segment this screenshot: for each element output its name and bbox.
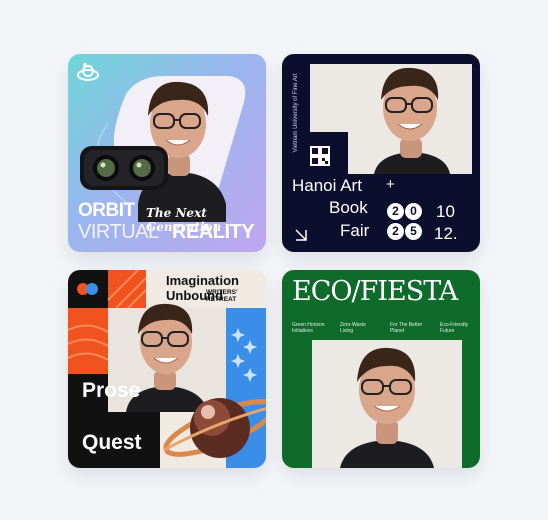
year-digit: 2 <box>387 203 404 220</box>
quest-word: Quest <box>82 431 142 454</box>
orbit-logo-icon <box>77 63 99 81</box>
year-digit: 2 <box>387 223 404 240</box>
eco-photo <box>312 340 462 468</box>
university-vertical-text: Vietnam University of Fine Art <box>293 73 299 153</box>
hanoi-photo <box>295 64 472 241</box>
eco-headline: ECO/FIESTA <box>292 276 458 307</box>
qr-code <box>310 146 330 166</box>
hanoi-plus: + <box>386 176 395 193</box>
eco-caption: For The Better Planet <box>390 322 423 334</box>
orbit-vr-card[interactable]: ORBIT The Next Generation VIRTUAL REALIT… <box>68 54 266 252</box>
date-top: 10 <box>436 202 455 221</box>
year-digit: 0 <box>405 203 422 220</box>
orbit-virtual-text: VIRTUAL <box>78 221 159 243</box>
prose-title-line1: Imagination <box>166 273 239 288</box>
date-bottom: 12. <box>434 224 458 243</box>
prose-quest-card[interactable]: Imagination Unbound WRITERS' RETREAT Pro… <box>68 270 266 468</box>
hanoi-title-line2: Book <box>329 198 368 217</box>
eco-fiesta-card[interactable]: ECO/FIESTA Green Horizon Initiatives Zer… <box>282 270 480 468</box>
year-digit: 5 <box>405 223 422 240</box>
retreat-label-line1: WRITERS' <box>206 289 238 296</box>
eco-caption: Green Horizon Initiatives <box>292 322 325 334</box>
orbit-brand-text: ORBIT <box>78 200 135 221</box>
retreat-label: WRITERS' RETREAT <box>206 289 238 303</box>
vr-headset <box>80 146 168 190</box>
hanoi-title-line1: Hanoi Art <box>292 176 362 195</box>
eco-caption: Zero-Waste Living <box>340 322 366 334</box>
hanoi-art-fair-card[interactable]: Vietnam University of Fine Art Hanoi Art… <box>282 54 480 252</box>
prose-quest-text: Prose Quest <box>72 380 160 464</box>
eco-caption: Eco-Friendly Future <box>440 322 469 334</box>
retreat-label-line2: RETREAT <box>206 296 237 303</box>
prose-word: Prose <box>82 379 141 402</box>
orbit-reality-text: REALITY <box>172 221 255 243</box>
hanoi-title-line3: Fair <box>340 221 370 240</box>
